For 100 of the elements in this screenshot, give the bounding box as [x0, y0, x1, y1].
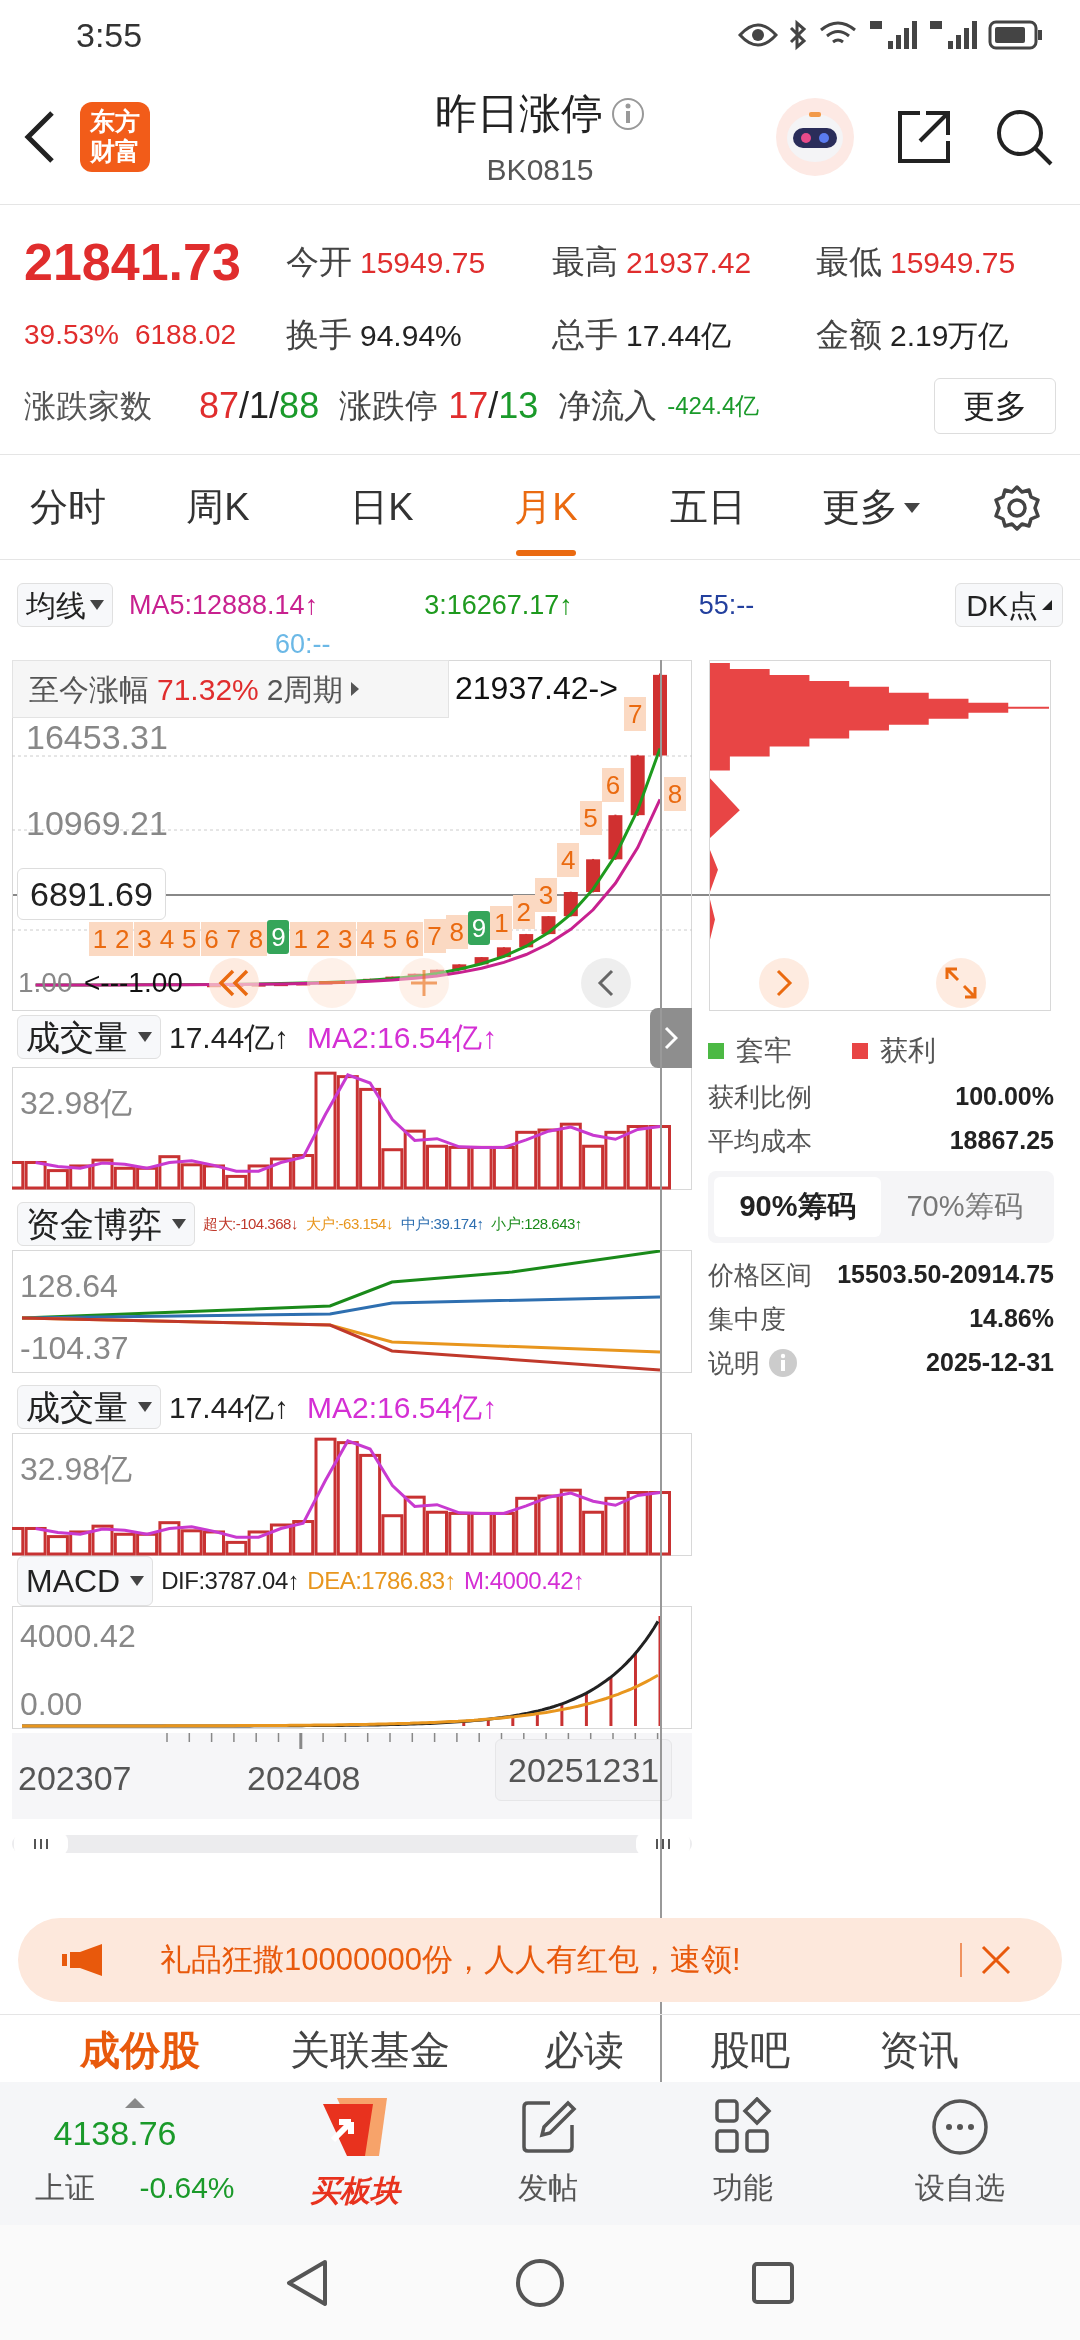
- stat-label: 最高: [552, 242, 618, 283]
- stat-label: 涨跌停: [339, 386, 439, 427]
- candle: [474, 956, 489, 966]
- macd-bar: [511, 1716, 515, 1726]
- volume-bar: [626, 1491, 649, 1556]
- candle: [273, 982, 288, 987]
- indicator-selector[interactable]: 成交量: [17, 1015, 161, 1059]
- nav-item[interactable]: 功能: [645, 2097, 840, 2210]
- robot-avatar-icon[interactable]: [776, 98, 854, 176]
- count-marker: 4: [557, 843, 580, 877]
- count-value: 17: [448, 384, 489, 428]
- content-tab[interactable]: 关联基金: [290, 2027, 460, 2073]
- search-icon[interactable]: [994, 107, 1054, 167]
- nav-item[interactable]: 买板块: [260, 2094, 450, 2213]
- indicator-selector[interactable]: MACD: [17, 1556, 154, 1606]
- period-tab[interactable]: 更多: [788, 455, 954, 560]
- indicator-reading: 17.44亿↑: [169, 1019, 290, 1056]
- zoom-in-button[interactable]: [399, 958, 449, 1008]
- indicator-reading: 3:16267.17↑: [424, 588, 573, 622]
- close-icon[interactable]: [980, 1944, 1012, 1976]
- info-value: 14.86%: [969, 1303, 1054, 1335]
- stat-value: -424.4亿: [667, 391, 760, 421]
- indicator-reading: 55:--: [698, 588, 755, 622]
- count-marker: 6: [200, 922, 223, 956]
- range-change-box[interactable]: 至今涨幅 71.32% 2周期: [12, 660, 449, 718]
- volume-bar: [269, 1157, 292, 1190]
- candle: [496, 946, 511, 959]
- expand-button[interactable]: [936, 958, 986, 1008]
- axis-label: 10969.21: [26, 803, 168, 844]
- indicator-reading: DIF:3787.04↑: [161, 1566, 300, 1596]
- range-period: 2周期: [266, 671, 344, 708]
- change-percent: 39.53%: [24, 318, 119, 352]
- caret-icon: [90, 600, 104, 610]
- volume-bar: [492, 1145, 515, 1190]
- indicator-reading: MA5:12888.14↑: [129, 588, 319, 622]
- period-tab[interactable]: 五日: [628, 455, 788, 560]
- volume-bar: [113, 1166, 136, 1190]
- count-marker: 4: [356, 922, 379, 956]
- info-label: 价格区间: [708, 1258, 812, 1292]
- indicator-reading: 大户:-63.154↓: [305, 1213, 393, 1234]
- info-value: 100.00%: [955, 1081, 1054, 1113]
- dk-point-button[interactable]: DK点: [955, 583, 1063, 627]
- bluetooth-icon: [788, 19, 808, 51]
- cursor-price-label: 6891.69: [17, 868, 166, 920]
- expand-panel-tab[interactable]: [650, 1008, 692, 1068]
- candle: [630, 753, 645, 817]
- indicator-selector[interactable]: 均线: [17, 583, 113, 627]
- macd-bar: [462, 1721, 466, 1726]
- zoom-out-button[interactable]: [307, 958, 357, 1008]
- axis-label: 32.98亿: [20, 1451, 133, 1487]
- indicator-reading: 17.44亿↑: [169, 1389, 290, 1426]
- count-value: 88: [279, 384, 320, 428]
- content-tab[interactable]: 成份股: [80, 2027, 210, 2073]
- count-value: 1: [249, 384, 270, 428]
- index-change: -0.64%: [139, 2169, 235, 2206]
- axis-label: 16453.31: [26, 717, 168, 758]
- volume-bar: [91, 1158, 114, 1190]
- content-tab[interactable]: 必读: [544, 2027, 628, 2073]
- more-button[interactable]: 更多: [934, 378, 1056, 434]
- volume-bar: [649, 1491, 671, 1556]
- previous-button[interactable]: [581, 958, 631, 1008]
- nav-item[interactable]: 发帖: [450, 2097, 645, 2210]
- period-tab[interactable]: 日K: [300, 455, 464, 560]
- last-price: 21841.73: [24, 236, 242, 288]
- content-tab[interactable]: 股吧: [710, 2027, 794, 2073]
- count-marker: 8: [245, 922, 268, 956]
- expand-icon: [944, 966, 978, 1000]
- macd-bar: [584, 1693, 588, 1726]
- nav-item[interactable]: 设自选: [840, 2097, 1080, 2210]
- stat-value: 2.19万亿: [890, 318, 1009, 355]
- count-marker: 1: [289, 922, 312, 956]
- chevron-right-icon: [775, 968, 793, 998]
- count-marker: 7: [624, 697, 647, 731]
- scroll-start-button[interactable]: [209, 958, 259, 1008]
- count-marker: 1: [89, 922, 111, 956]
- stat-value: 17.44亿: [626, 318, 732, 355]
- chip-range-tab[interactable]: 70%筹码: [881, 1177, 1048, 1237]
- caret-icon: [351, 682, 360, 696]
- volume-bar: [448, 1145, 471, 1190]
- indicator-selector[interactable]: 资金博弈: [17, 1202, 195, 1246]
- volume-bar: [537, 1494, 560, 1556]
- next-button[interactable]: [759, 958, 809, 1008]
- volume-bar: [626, 1125, 649, 1190]
- home-icon[interactable]: [515, 2257, 565, 2308]
- stat-label: 换手: [286, 315, 352, 356]
- period-tab[interactable]: 周K: [136, 455, 300, 560]
- count-marker: 3: [535, 878, 557, 912]
- content-tab[interactable]: 资讯: [879, 2027, 964, 2073]
- back-icon[interactable]: [285, 2258, 329, 2307]
- indicator-selector[interactable]: 成交量: [17, 1385, 161, 1429]
- chip-range-tab[interactable]: 90%筹码: [714, 1177, 881, 1237]
- sector-code: BK0815: [486, 152, 594, 188]
- period-tab[interactable]: 分时: [0, 455, 136, 560]
- info-icon[interactable]: [611, 96, 645, 131]
- count-marker: 1: [490, 906, 513, 940]
- count-marker: 2: [312, 922, 334, 956]
- count-marker: 7: [423, 919, 446, 953]
- up-caret-icon[interactable]: [125, 2097, 145, 2108]
- settings-icon[interactable]: [993, 483, 1041, 532]
- recents-icon[interactable]: [751, 2260, 795, 2305]
